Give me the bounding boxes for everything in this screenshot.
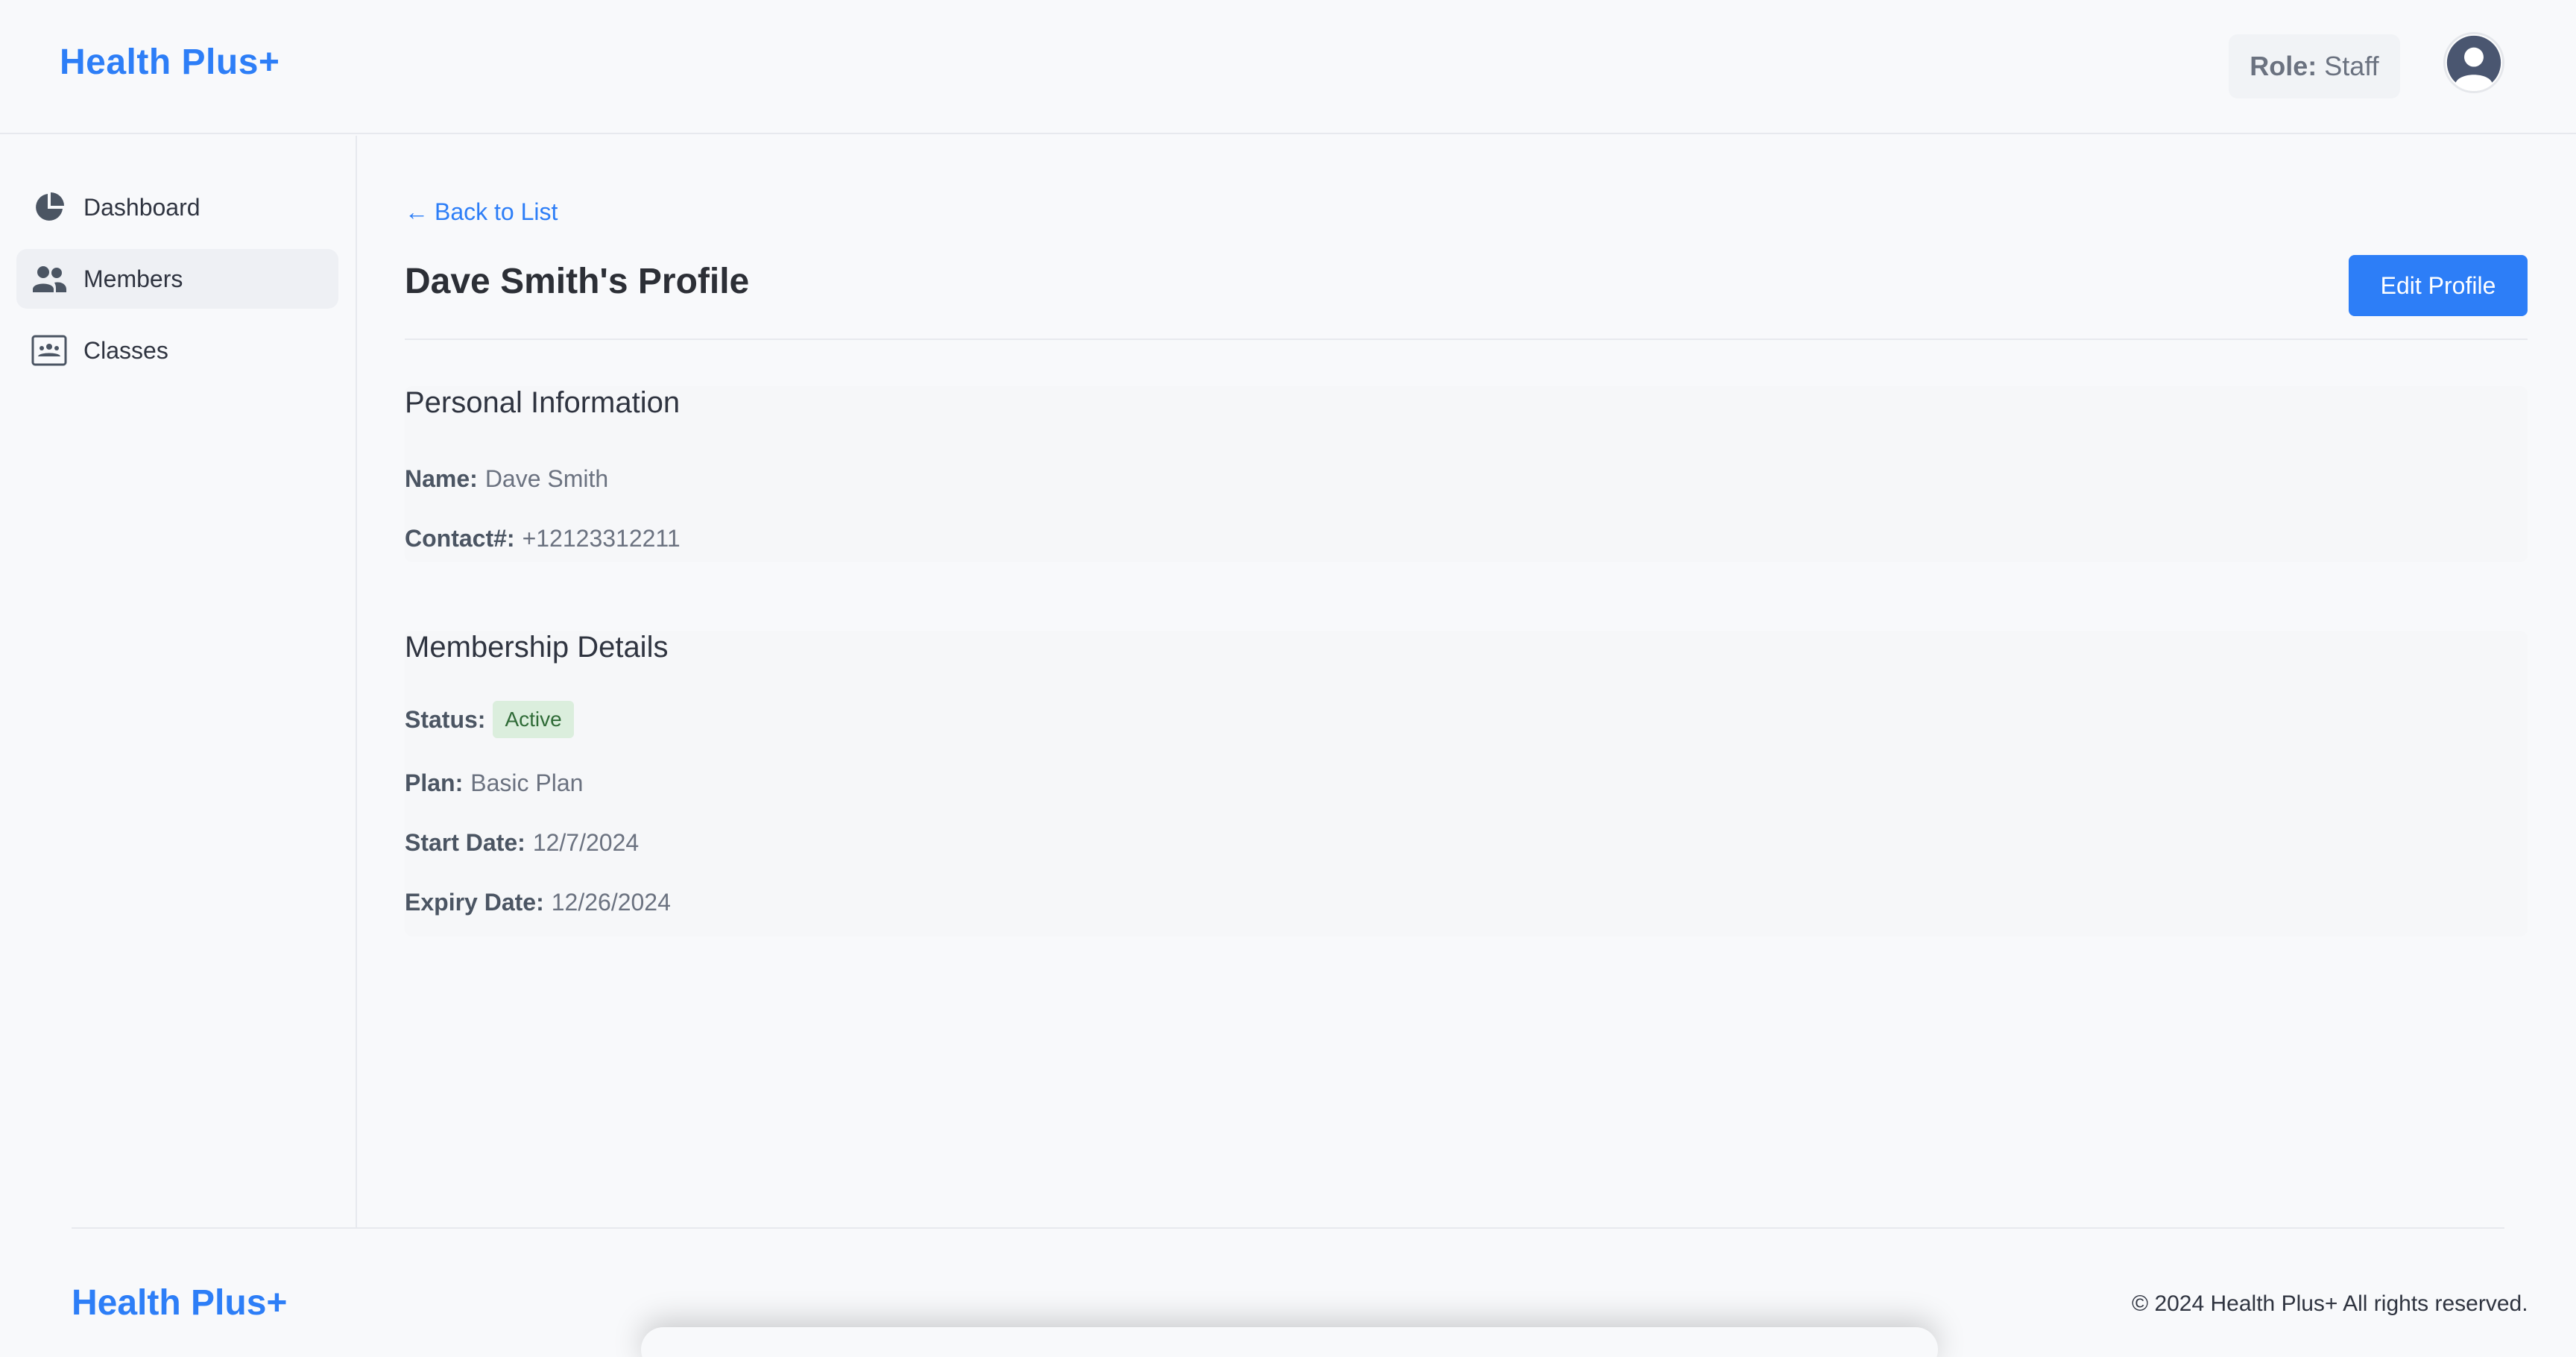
app-root: Health Plus+ Role: Staff Dashboard Membe… <box>0 0 2576 1357</box>
field-label: Status: <box>405 705 486 733</box>
plan-field: Plan: Basic Plan <box>405 769 583 797</box>
sidebar-item-members[interactable]: Members <box>16 249 338 309</box>
brand-logo[interactable]: Health Plus+ <box>60 42 280 83</box>
personal-information-card: Personal Information Name: Dave Smith Co… <box>405 386 2528 562</box>
section-title: Membership Details <box>405 631 669 664</box>
role-indicator: Role: Staff <box>2229 34 2400 98</box>
divider <box>405 339 2528 340</box>
pie-chart-icon <box>31 189 67 225</box>
footer-divider <box>72 1227 2504 1229</box>
sidebar-item-label: Members <box>83 265 183 292</box>
page-title: Dave Smith's Profile <box>405 262 750 301</box>
arrow-left-icon: ← <box>405 198 429 225</box>
classroom-icon <box>31 333 67 368</box>
field-label: Expiry Date: <box>405 889 544 916</box>
footer-copyright: © 2024 Health Plus+ All rights reserved. <box>2132 1291 2528 1316</box>
sidebar: Dashboard Members Classes <box>0 136 357 1229</box>
section-title: Personal Information <box>405 386 681 419</box>
user-avatar-icon <box>2446 35 2501 91</box>
status-badge: Active <box>493 701 574 738</box>
field-label: Contact#: <box>405 525 515 552</box>
footer-brand-logo[interactable]: Health Plus+ <box>72 1282 287 1323</box>
field-label: Name: <box>405 465 478 492</box>
back-to-list-link[interactable]: ← Back to List <box>405 198 558 226</box>
sidebar-item-label: Dashboard <box>83 193 201 221</box>
field-label: Plan: <box>405 769 464 796</box>
sidebar-item-dashboard[interactable]: Dashboard <box>16 177 338 237</box>
user-avatar-button[interactable] <box>2443 32 2504 93</box>
role-label: Role: <box>2250 51 2317 81</box>
field-value: 12/7/2024 <box>532 829 640 856</box>
field-value: Basic Plan <box>470 769 584 796</box>
field-value: Dave Smith <box>484 465 609 492</box>
sidebar-item-classes[interactable]: Classes <box>16 321 338 380</box>
users-icon <box>31 261 67 297</box>
window-shadow <box>641 1327 1938 1357</box>
membership-details-card: Membership Details Status: Active Plan: … <box>405 631 2528 936</box>
start-date-field: Start Date: 12/7/2024 <box>405 829 639 857</box>
field-label: Start Date: <box>405 829 525 856</box>
top-header: Health Plus+ Role: Staff <box>0 0 2576 134</box>
back-link-label: Back to List <box>435 198 558 225</box>
expiry-date-field: Expiry Date: 12/26/2024 <box>405 889 671 916</box>
sidebar-item-label: Classes <box>83 336 168 364</box>
main-content: ← Back to List Dave Smith's Profile Edit… <box>359 136 2576 1229</box>
name-field: Name: Dave Smith <box>405 465 608 493</box>
field-value: 12/26/2024 <box>551 889 671 916</box>
contact-field: Contact#: +12123312211 <box>405 525 681 552</box>
field-value: +12123312211 <box>522 525 681 552</box>
status-field: Status: Active <box>405 701 574 738</box>
edit-profile-button[interactable]: Edit Profile <box>2349 255 2528 316</box>
role-value: Staff <box>2324 51 2379 81</box>
